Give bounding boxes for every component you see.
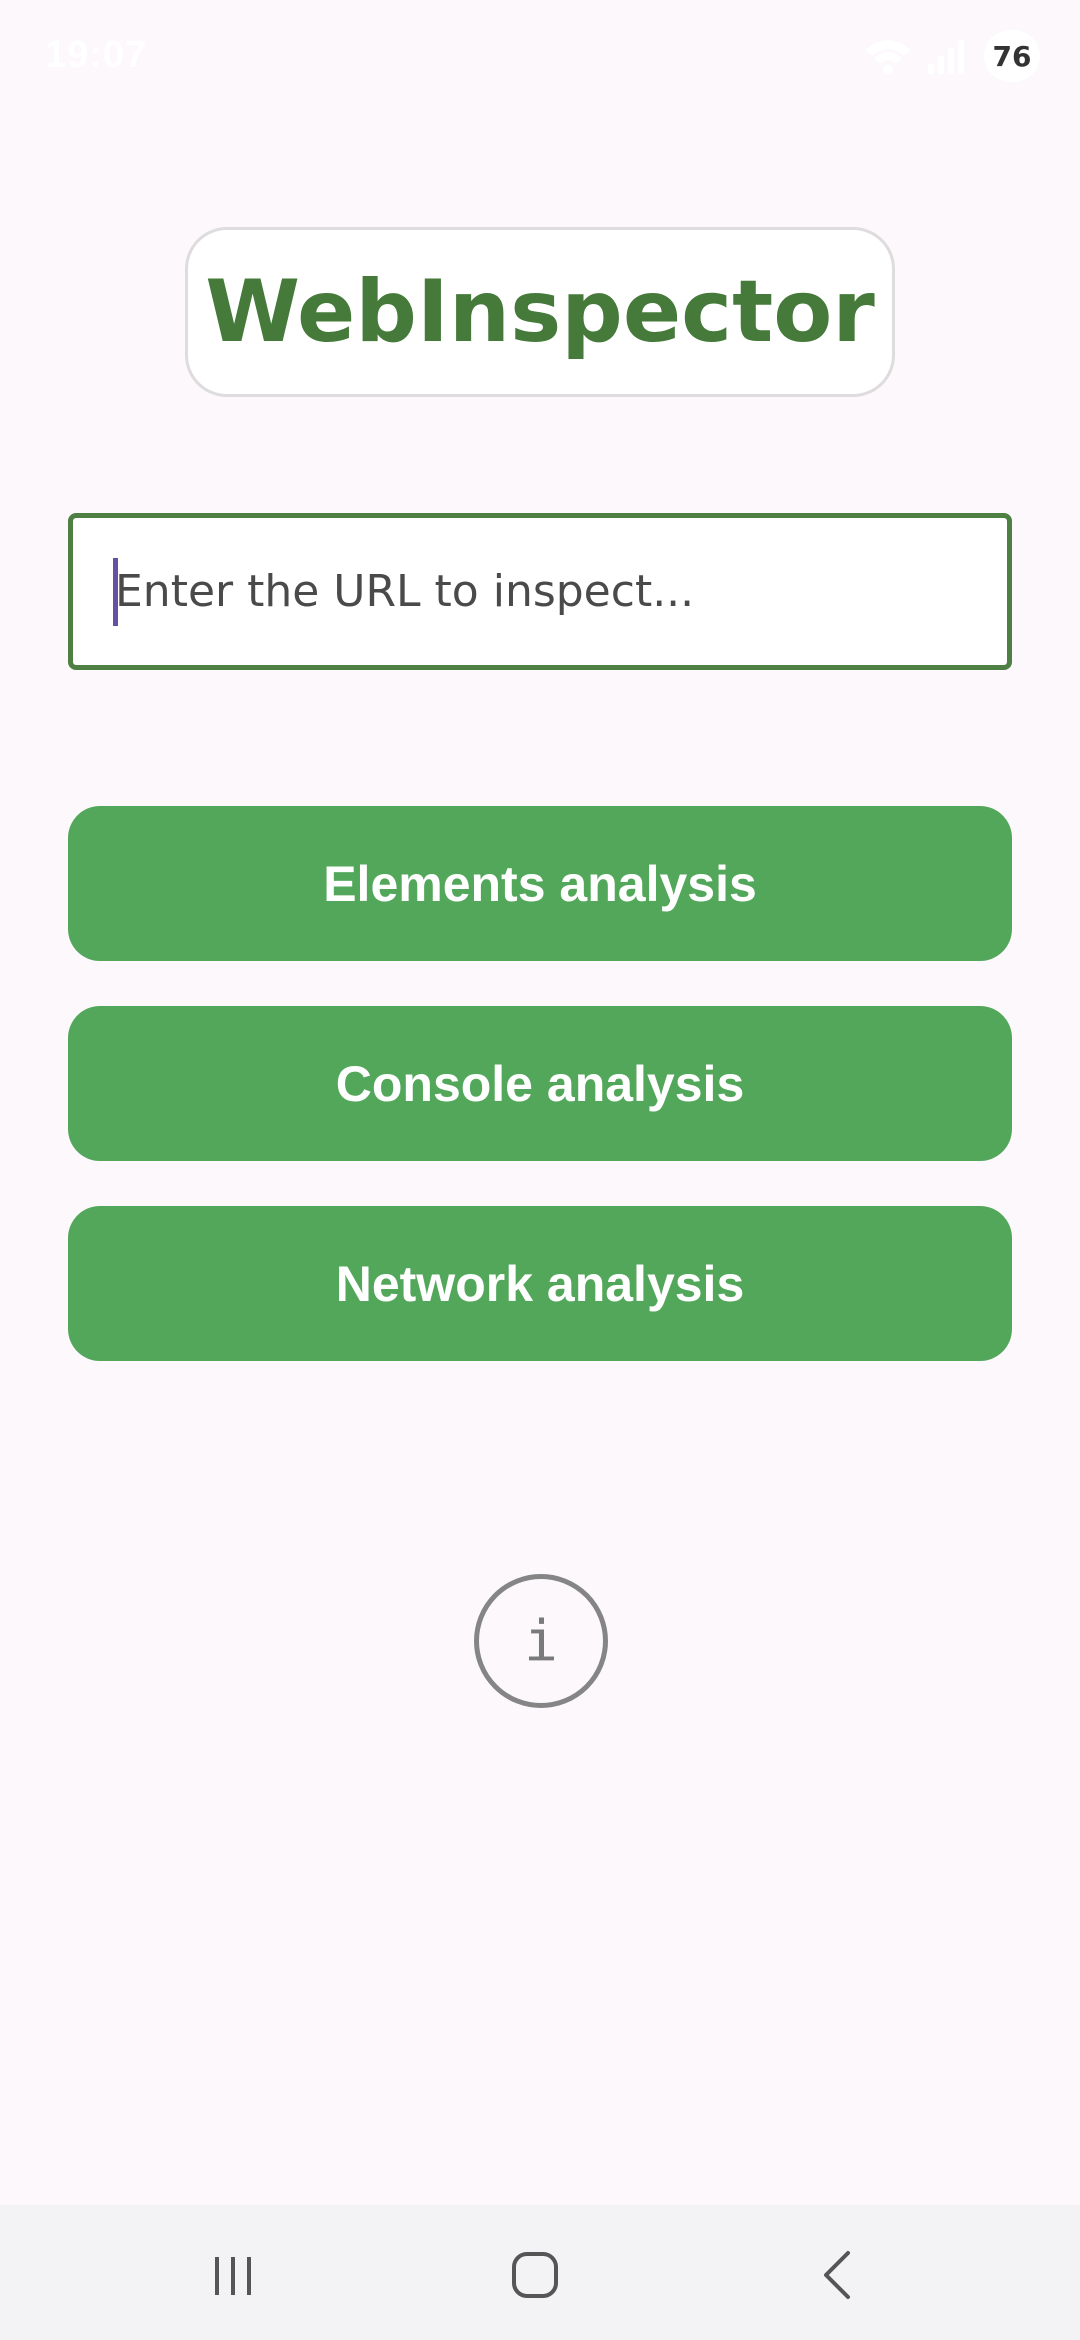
status-time: 19:07 bbox=[45, 34, 148, 76]
url-field[interactable] bbox=[68, 513, 1012, 670]
battery-indicator: 76 bbox=[984, 30, 1040, 82]
navigation-bar bbox=[0, 2205, 1080, 2340]
home-icon bbox=[512, 2252, 558, 2298]
back-button[interactable] bbox=[793, 2240, 883, 2310]
recents-button[interactable] bbox=[188, 2240, 278, 2310]
console-analysis-button[interactable]: Console analysis bbox=[68, 1006, 1012, 1161]
recents-icon bbox=[215, 2257, 251, 2295]
back-icon bbox=[824, 2251, 850, 2299]
elements-analysis-button[interactable]: Elements analysis bbox=[68, 806, 1012, 961]
home-button[interactable] bbox=[490, 2240, 580, 2310]
info-icon: i bbox=[524, 1608, 558, 1674]
wifi-icon bbox=[866, 40, 910, 75]
network-analysis-button[interactable]: Network analysis bbox=[68, 1206, 1012, 1361]
app-title: WebInspector bbox=[205, 262, 875, 362]
info-button[interactable]: i bbox=[474, 1574, 608, 1708]
status-bar: 19:07 76 bbox=[0, 0, 1080, 115]
signal-icon bbox=[928, 40, 964, 74]
url-input[interactable] bbox=[115, 518, 995, 665]
app-title-card: WebInspector bbox=[185, 227, 895, 397]
status-icons: 76 bbox=[864, 30, 1040, 82]
